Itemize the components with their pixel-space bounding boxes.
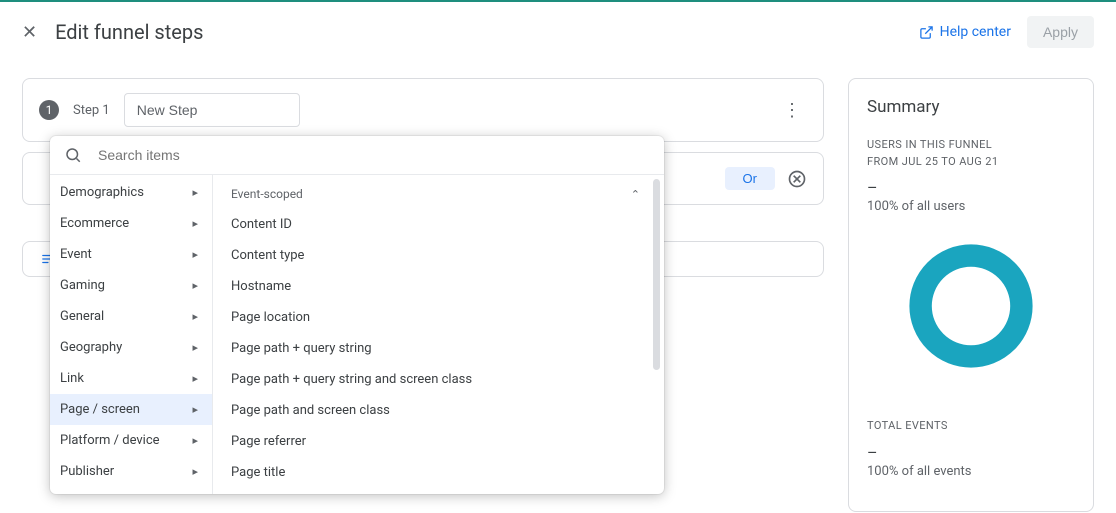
category-item[interactable]: Platform / device ▸ — [50, 425, 212, 456]
dimension-item[interactable]: Content type — [213, 240, 664, 271]
chevron-right-icon: ▸ — [192, 465, 198, 478]
items-column[interactable]: Event-scoped ⌃ Content IDContent typeHos… — [212, 175, 664, 494]
events-header: TOTAL EVENTS — [867, 418, 1075, 435]
category-label: Event — [60, 247, 92, 262]
chevron-right-icon: ▸ — [192, 341, 198, 354]
events-pct: 100% of all events — [867, 464, 1075, 479]
remove-condition-icon[interactable] — [787, 169, 807, 189]
category-item[interactable]: Link ▸ — [50, 363, 212, 394]
help-center-link[interactable]: Help center — [919, 24, 1011, 40]
dimension-item[interactable]: Page title — [213, 457, 664, 488]
category-label: Publisher — [60, 464, 114, 479]
dimension-item[interactable]: Page path and screen class — [213, 395, 664, 426]
dimension-dropdown: Demographics▸Ecommerce▸Event▸Gaming▸Gene… — [50, 136, 664, 494]
open-in-new-icon — [919, 25, 934, 40]
step-label: Step 1 — [73, 103, 110, 118]
summary-title: Summary — [867, 97, 1075, 117]
dimension-item[interactable]: Hostname — [213, 271, 664, 302]
chevron-right-icon: ▸ — [192, 279, 198, 292]
category-column[interactable]: Demographics▸Ecommerce▸Event▸Gaming▸Gene… — [50, 175, 212, 494]
main-column: 1 Step 1 ⋮ Or Demographics▸Ecommerce▸Eve… — [22, 78, 824, 512]
dimension-item[interactable]: Page location — [213, 302, 664, 333]
category-item[interactable]: Gaming ▸ — [50, 270, 212, 301]
content-area: 1 Step 1 ⋮ Or Demographics▸Ecommerce▸Eve… — [0, 62, 1116, 512]
help-center-label: Help center — [940, 24, 1011, 40]
category-item[interactable]: Demographics ▸ — [50, 177, 212, 208]
category-label: Platform / device — [60, 433, 160, 448]
category-label: Demographics — [60, 185, 144, 200]
category-label: General — [60, 309, 104, 324]
category-item[interactable]: Ecommerce ▸ — [50, 208, 212, 239]
topbar-right: Help center Apply — [919, 16, 1094, 48]
chevron-right-icon: ▸ — [192, 372, 198, 385]
category-item[interactable]: Page / screen ▸ — [50, 394, 212, 425]
topbar: ✕ Edit funnel steps Help center Apply — [0, 2, 1116, 62]
scope-header[interactable]: Event-scoped ⌃ — [213, 179, 664, 209]
events-value: – — [867, 443, 1075, 462]
step-card: 1 Step 1 ⋮ — [22, 78, 824, 142]
apply-button[interactable]: Apply — [1027, 16, 1094, 48]
dimension-item[interactable]: Page referrer — [213, 426, 664, 457]
or-button[interactable]: Or — [725, 167, 775, 190]
step-number-badge: 1 — [39, 100, 59, 120]
summary-card: Summary USERS IN THIS FUNNEL FROM JUL 25… — [848, 78, 1094, 512]
category-label: Gaming — [60, 278, 105, 293]
dimension-item[interactable]: Page path + query string and screen clas… — [213, 364, 664, 395]
step-kebab-menu[interactable]: ⋮ — [777, 100, 807, 121]
chevron-right-icon: ▸ — [192, 403, 198, 416]
scrollbar[interactable] — [653, 179, 660, 370]
search-input[interactable] — [96, 146, 650, 164]
dropdown-search-row — [50, 136, 664, 174]
category-item[interactable]: Geography ▸ — [50, 332, 212, 363]
chevron-up-icon: ⌃ — [631, 188, 640, 201]
page-title: Edit funnel steps — [55, 20, 203, 44]
category-label: Page / screen — [60, 402, 140, 417]
topbar-left: ✕ Edit funnel steps — [22, 20, 203, 44]
chevron-right-icon: ▸ — [192, 310, 198, 323]
category-item[interactable]: Event ▸ — [50, 239, 212, 270]
category-item[interactable]: General ▸ — [50, 301, 212, 332]
scope-label: Event-scoped — [231, 187, 303, 201]
chevron-right-icon: ▸ — [192, 186, 198, 199]
category-label: Ecommerce — [60, 216, 129, 231]
category-label: Link — [60, 371, 84, 386]
users-value: – — [867, 178, 1075, 197]
summary-column: Summary USERS IN THIS FUNNEL FROM JUL 25… — [848, 78, 1094, 512]
donut-chart — [901, 236, 1041, 376]
chevron-right-icon: ▸ — [192, 248, 198, 261]
search-icon — [64, 146, 82, 164]
category-label: Geography — [60, 340, 122, 355]
date-range: FROM JUL 25 TO AUG 21 — [867, 154, 1075, 171]
category-item[interactable]: Publisher ▸ — [50, 456, 212, 487]
category-item[interactable]: Session▸ — [50, 487, 212, 494]
dimension-item[interactable]: Content ID — [213, 209, 664, 240]
step-name-input[interactable] — [124, 93, 300, 127]
donut-chart-wrapper — [867, 228, 1075, 400]
dimension-item[interactable]: Page path + query string — [213, 333, 664, 364]
chevron-right-icon: ▸ — [192, 434, 198, 447]
chevron-right-icon: ▸ — [192, 217, 198, 230]
condition-actions: Or — [725, 167, 807, 190]
dropdown-body: Demographics▸Ecommerce▸Event▸Gaming▸Gene… — [50, 174, 664, 494]
close-icon[interactable]: ✕ — [22, 22, 37, 43]
users-header: USERS IN THIS FUNNEL — [867, 137, 1075, 154]
users-pct: 100% of all users — [867, 199, 1075, 214]
